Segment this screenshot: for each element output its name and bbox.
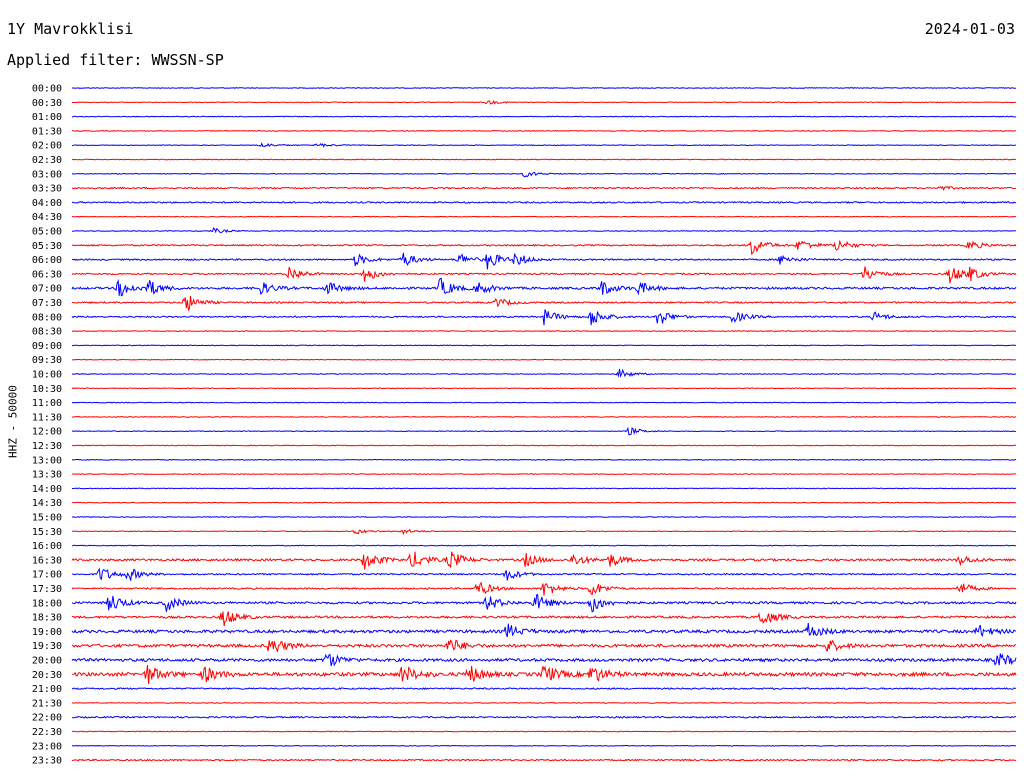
row-time-label: 05:30 [32, 241, 62, 252]
trace-row [71, 744, 1016, 747]
trace-row [72, 115, 1016, 118]
trace-row [71, 368, 1017, 379]
row-time-label: 06:00 [32, 255, 62, 266]
trace-row [71, 622, 1017, 638]
row-time-label: 20:30 [32, 670, 62, 681]
row-time-label: 13:30 [32, 470, 62, 481]
row-time-label: 10:30 [32, 384, 62, 395]
trace-row [72, 487, 1017, 490]
row-time-label: 21:00 [32, 684, 62, 695]
row-time-label: 21:30 [32, 698, 62, 709]
trace-row [71, 266, 1017, 284]
trace-row [71, 551, 1017, 570]
row-time-label: 16:30 [32, 555, 62, 566]
trace-row [71, 227, 1017, 234]
trace-row [71, 252, 1017, 270]
trace-row [71, 401, 1017, 404]
row-time-label: 09:00 [32, 341, 62, 352]
row-time-label: 12:00 [32, 427, 62, 438]
row-time-label: 04:00 [32, 198, 62, 209]
trace-row [71, 99, 1017, 105]
trace-row [71, 501, 1017, 504]
row-time-label: 15:00 [32, 513, 62, 524]
trace-row [71, 516, 1017, 518]
row-time-label: 07:00 [32, 284, 62, 295]
row-time-label: 00:00 [32, 84, 62, 95]
trace-row [71, 444, 1017, 447]
trace-row [71, 200, 1017, 204]
row-time-label: 00:30 [32, 98, 62, 109]
trace-row [71, 687, 1017, 691]
row-time-label: 03:00 [32, 169, 62, 180]
row-time-label: 10:00 [32, 370, 62, 381]
row-time-label: 17:00 [32, 570, 62, 581]
row-time-label: 22:30 [32, 727, 62, 738]
row-time-label: 13:00 [32, 455, 62, 466]
row-time-label: 11:30 [32, 412, 62, 423]
trace-row [72, 296, 1017, 312]
row-time-label: 16:00 [32, 541, 62, 552]
row-time-label: 12:30 [32, 441, 62, 452]
trace-row [71, 544, 1016, 547]
trace-row [71, 758, 1017, 762]
row-time-label: 19:00 [32, 627, 62, 638]
row-time-label: 15:30 [32, 527, 62, 538]
row-time-label: 11:00 [32, 398, 62, 409]
trace-row [71, 330, 1017, 332]
row-time-label: 18:30 [32, 613, 62, 624]
row-time-label: 04:30 [32, 212, 62, 223]
row-time-label: 14:00 [32, 484, 62, 495]
trace-row [71, 639, 1016, 653]
row-time-label: 05:00 [32, 227, 62, 238]
row-time-label: 06:30 [32, 269, 62, 280]
row-time-label: 18:00 [32, 598, 62, 609]
trace-row [71, 665, 1017, 685]
trace-row [71, 594, 1017, 613]
trace-row [71, 171, 1017, 178]
trace-row [71, 567, 1017, 581]
row-time-label: 23:00 [32, 741, 62, 752]
trace-row [71, 215, 1017, 218]
trace-row [71, 426, 1017, 436]
row-time-label: 14:30 [32, 498, 62, 509]
row-time-label: 22:00 [32, 713, 62, 724]
trace-row [71, 473, 1016, 475]
trace-row [72, 416, 1017, 418]
row-time-label: 02:00 [32, 141, 62, 152]
row-time-label: 03:30 [32, 184, 62, 195]
trace-row [71, 277, 1017, 297]
trace-row [72, 158, 1017, 161]
trace-row [71, 387, 1017, 390]
trace-row [71, 87, 1017, 89]
trace-row [71, 581, 1017, 596]
trace-row [71, 702, 1016, 704]
trace-row [71, 458, 1017, 461]
trace-row [71, 130, 1017, 132]
trace-row [71, 142, 1017, 148]
trace-row [71, 730, 1017, 733]
trace-row [71, 653, 1017, 667]
trace-row [71, 239, 1017, 256]
trace-row [71, 185, 1017, 191]
row-time-label: 09:30 [32, 355, 62, 366]
row-time-label: 01:00 [32, 112, 62, 123]
row-time-label: 23:30 [32, 756, 62, 767]
row-time-label: 02:30 [32, 155, 62, 166]
row-time-label: 19:30 [32, 641, 62, 652]
trace-row [71, 611, 1017, 627]
helicorder-plot: 00:00 00:30 01:00 01:30 02:00 02:30 03:00 03:30… [32, 84, 1017, 767]
trace-row [71, 358, 1017, 361]
trace-row [71, 309, 1017, 326]
trace-row [71, 528, 1016, 536]
trace-row [71, 715, 1017, 719]
row-time-label: 20:00 [32, 656, 62, 667]
row-time-label: 01:30 [32, 126, 62, 137]
row-time-label: 08:00 [32, 312, 62, 323]
helicorder-page: 1Y Mavrokklisi 2024-01-03 Applied filter… [0, 0, 1024, 780]
trace-row [71, 344, 1017, 347]
row-time-label: 07:30 [32, 298, 62, 309]
row-time-label: 08:30 [32, 327, 62, 338]
row-time-label: 17:30 [32, 584, 62, 595]
